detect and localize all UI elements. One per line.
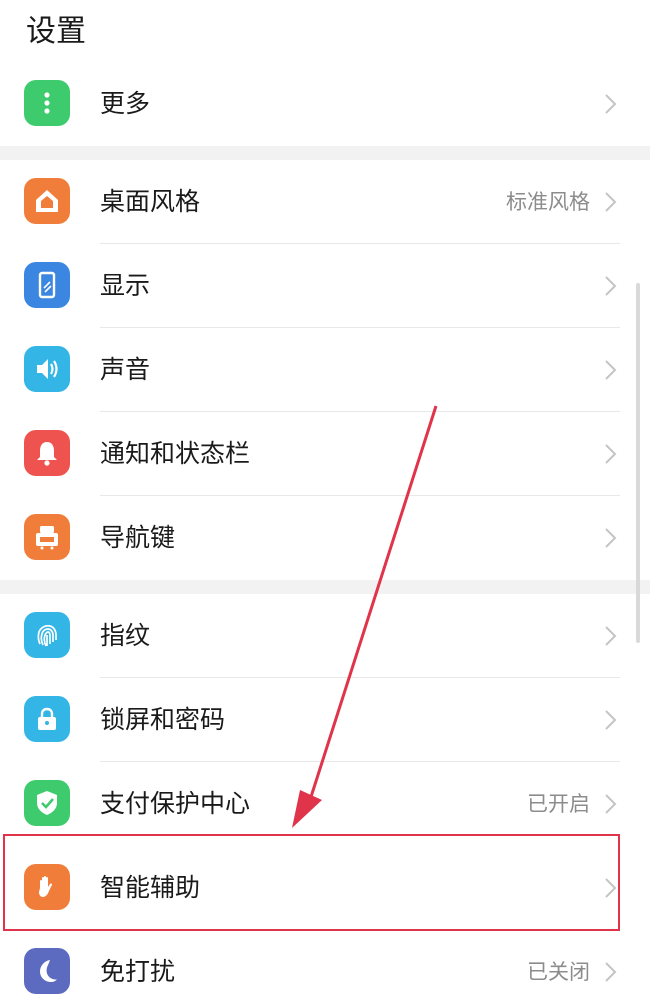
lock-icon xyxy=(24,696,70,742)
home-icon xyxy=(24,178,70,224)
settings-item-more[interactable]: 更多 xyxy=(0,62,650,146)
settings-item-desktop-style[interactable]: 桌面风格 标准风格 xyxy=(0,160,650,244)
scrollbar[interactable] xyxy=(636,283,640,643)
settings-item-label: 导航键 xyxy=(100,523,176,552)
app-header: 设置 xyxy=(0,0,650,71)
chevron-right-icon xyxy=(605,360,617,380)
settings-item-label: 支付保护中心 xyxy=(100,789,251,818)
more-icon xyxy=(24,80,70,126)
section-gap xyxy=(0,580,650,594)
navigation-key-icon xyxy=(24,514,70,560)
chevron-right-icon xyxy=(605,962,617,982)
chevron-right-icon xyxy=(605,192,617,212)
chevron-right-icon xyxy=(605,528,617,548)
settings-item-fingerprint[interactable]: 指纹 xyxy=(0,594,650,678)
settings-item-label: 显示 xyxy=(100,271,151,300)
settings-item-do-not-disturb[interactable]: 免打扰 已关闭 xyxy=(0,930,650,996)
settings-item-label: 通知和状态栏 xyxy=(100,439,251,468)
display-icon xyxy=(24,262,70,308)
chevron-right-icon xyxy=(605,794,617,814)
chevron-right-icon xyxy=(605,276,617,296)
bell-icon xyxy=(24,430,70,476)
settings-item-label: 锁屏和密码 xyxy=(100,705,226,734)
settings-item-label: 声音 xyxy=(100,355,151,384)
chevron-right-icon xyxy=(605,444,617,464)
settings-item-navigation-keys[interactable]: 导航键 xyxy=(0,496,650,580)
settings-item-value: 已关闭 xyxy=(527,960,590,984)
moon-icon xyxy=(24,948,70,994)
chevron-right-icon xyxy=(605,626,617,646)
chevron-right-icon xyxy=(605,94,617,114)
settings-item-sound[interactable]: 声音 xyxy=(0,328,650,412)
settings-item-value: 标准风格 xyxy=(506,190,590,214)
hand-icon xyxy=(24,864,70,910)
settings-item-label: 桌面风格 xyxy=(100,187,201,216)
speaker-icon xyxy=(24,346,70,392)
settings-item-payment-protection[interactable]: 支付保护中心 已开启 xyxy=(0,762,650,846)
settings-item-notifications[interactable]: 通知和状态栏 xyxy=(0,412,650,496)
shield-check-icon xyxy=(24,780,70,826)
chevron-right-icon xyxy=(605,878,617,898)
settings-item-label: 智能辅助 xyxy=(100,873,201,902)
settings-item-label: 指纹 xyxy=(100,621,151,650)
settings-item-value: 已开启 xyxy=(527,792,590,816)
settings-item-display[interactable]: 显示 xyxy=(0,244,650,328)
chevron-right-icon xyxy=(605,710,617,730)
settings-item-label: 更多 xyxy=(100,89,151,118)
section-gap xyxy=(0,146,650,160)
settings-item-smart-assist[interactable]: 智能辅助 xyxy=(0,846,650,930)
page-title: 设置 xyxy=(26,14,86,49)
fingerprint-icon xyxy=(24,612,70,658)
settings-item-lock-screen[interactable]: 锁屏和密码 xyxy=(0,678,650,762)
settings-item-label: 免打扰 xyxy=(100,957,176,986)
